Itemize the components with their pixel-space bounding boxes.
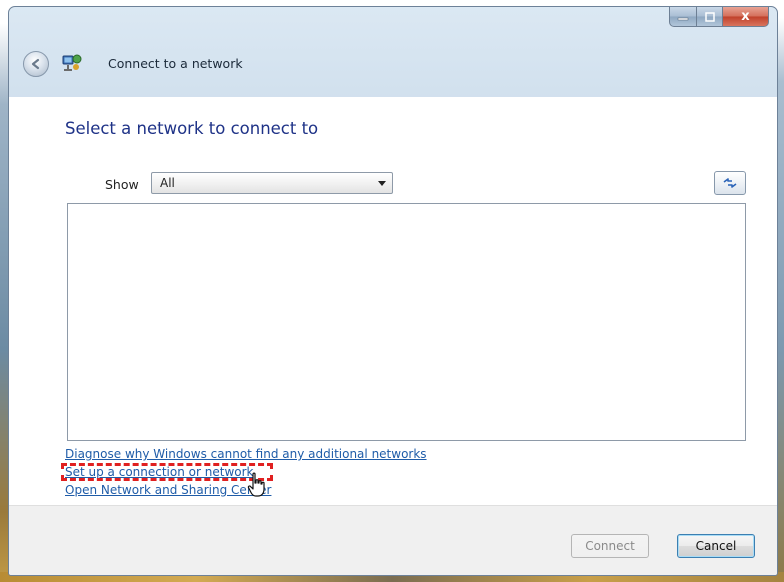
show-filter-value: All [160, 176, 175, 190]
dialog-footer: Connect Cancel [9, 505, 777, 575]
maximize-icon [704, 11, 715, 22]
maximize-button[interactable] [697, 7, 723, 27]
back-arrow-icon [31, 58, 40, 70]
cancel-button[interactable]: Cancel [677, 534, 755, 558]
title-bar: x Connect to a network [9, 7, 777, 97]
back-button[interactable] [23, 51, 49, 77]
page-heading: Select a network to connect to [65, 119, 319, 138]
minimize-button[interactable] [669, 7, 697, 27]
open-sharing-center-link[interactable]: Open Network and Sharing Center [65, 483, 271, 497]
connect-button[interactable]: Connect [571, 534, 649, 558]
diagnose-link[interactable]: Diagnose why Windows cannot find any add… [65, 447, 427, 461]
refresh-button[interactable] [714, 171, 746, 195]
window-title: Connect to a network [108, 56, 243, 71]
refresh-icon [723, 178, 737, 188]
caption-buttons: x [669, 7, 769, 29]
network-list[interactable] [67, 203, 746, 441]
content-area: Select a network to connect to Show All … [9, 97, 777, 505]
show-label: Show [105, 177, 139, 192]
setup-connection-link[interactable]: Set up a connection or network [65, 465, 253, 479]
connect-network-window: x Connect to a network Select a network … [8, 6, 778, 576]
chevron-down-icon [378, 181, 386, 186]
network-icon [62, 54, 82, 71]
show-filter-dropdown[interactable]: All [151, 172, 393, 194]
close-icon: x [741, 9, 750, 24]
minimize-icon [677, 17, 689, 20]
close-button[interactable]: x [723, 7, 769, 27]
hand-cursor-icon [247, 472, 265, 497]
